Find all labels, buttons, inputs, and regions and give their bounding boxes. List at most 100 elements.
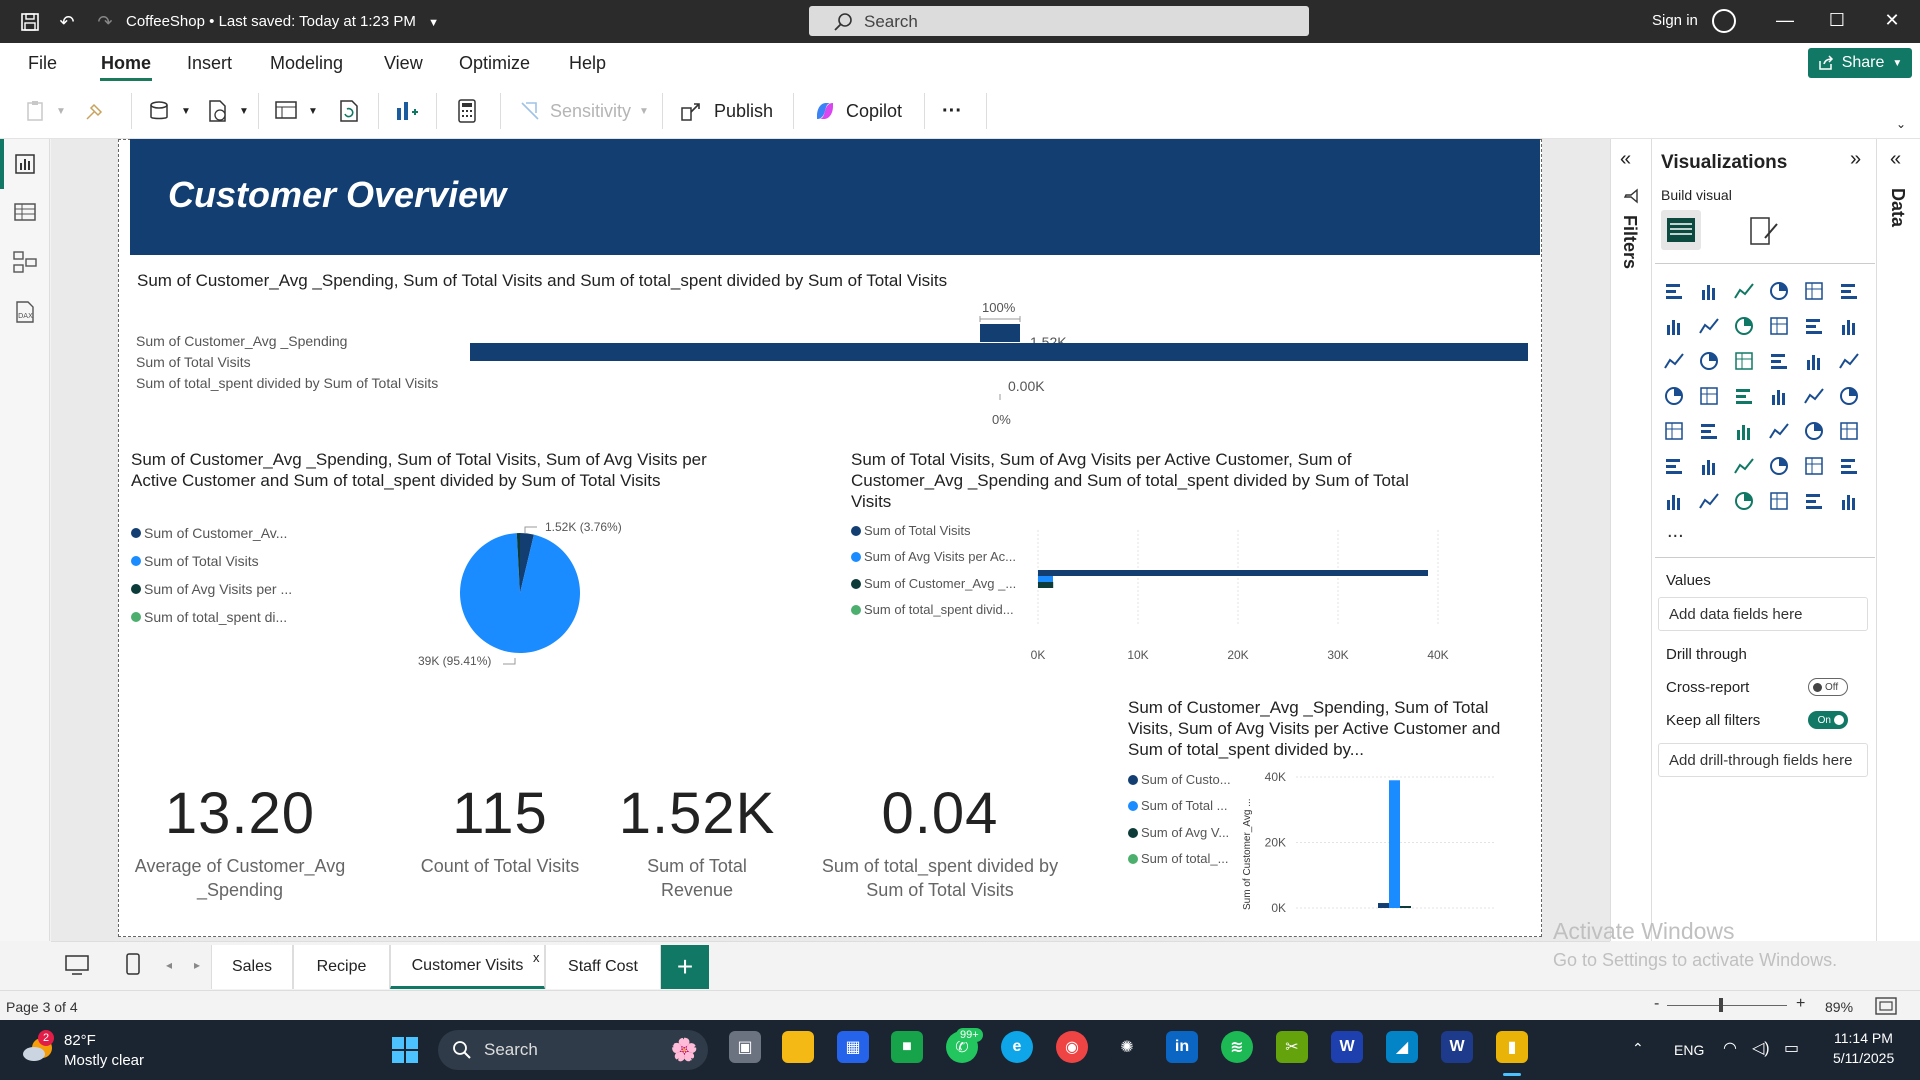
- search-input[interactable]: Search: [809, 6, 1309, 36]
- meet-icon[interactable]: ■: [891, 1031, 923, 1063]
- sensitivity-button[interactable]: Sensitivity ▼: [518, 96, 649, 126]
- visual-type-icon[interactable]: [1663, 315, 1685, 337]
- filters-pane-label[interactable]: Filters: [1619, 215, 1640, 269]
- zoom-level[interactable]: 89%: [1825, 999, 1853, 1015]
- visual2-chart[interactable]: [410, 510, 630, 670]
- wifi-icon[interactable]: ◠: [1723, 1038, 1737, 1058]
- visual-type-icon[interactable]: [1838, 490, 1860, 512]
- get-data-button[interactable]: ▼: [147, 96, 191, 126]
- data-pane-label[interactable]: Data: [1887, 188, 1908, 227]
- visual-type-icon[interactable]: [1663, 350, 1685, 372]
- volume-icon[interactable]: ◁): [1752, 1038, 1770, 1058]
- visual4-legend-item[interactable]: Sum of Total ...: [1128, 798, 1227, 813]
- visual-type-icon[interactable]: [1698, 385, 1720, 407]
- visual-type-icon[interactable]: [1698, 420, 1720, 442]
- visual-type-icon[interactable]: [1663, 490, 1685, 512]
- copilot-button[interactable]: Copilot: [812, 96, 902, 126]
- report-view-icon[interactable]: [12, 151, 38, 177]
- visual3-legend-item[interactable]: Sum of Total Visits: [851, 523, 970, 538]
- visual-type-icon[interactable]: [1768, 280, 1790, 302]
- visual-type-icon[interactable]: [1838, 280, 1860, 302]
- visual-type-icon[interactable]: [1733, 385, 1755, 407]
- weather-widget[interactable]: 2 82°F Mostly clear: [22, 1030, 162, 1074]
- visual-type-icon[interactable]: [1733, 315, 1755, 337]
- taskbar-search[interactable]: Search 🌸: [438, 1030, 708, 1070]
- desktop-layout-icon[interactable]: [64, 954, 90, 976]
- zoom-slider-handle[interactable]: [1719, 998, 1723, 1012]
- linkedin-icon[interactable]: in: [1166, 1031, 1198, 1063]
- dax-query-view-icon[interactable]: DAX: [12, 299, 38, 325]
- visual-type-icon[interactable]: [1733, 490, 1755, 512]
- visual-type-icon[interactable]: [1733, 350, 1755, 372]
- visual-type-icon[interactable]: [1663, 385, 1685, 407]
- visual-type-icon[interactable]: [1663, 420, 1685, 442]
- visual-type-icon[interactable]: [1698, 455, 1720, 477]
- visual-type-icon[interactable]: [1838, 420, 1860, 442]
- recent-sources-button[interactable]: ▼: [205, 96, 249, 126]
- visual-type-icon[interactable]: [1768, 350, 1790, 372]
- visual-type-icon[interactable]: [1768, 490, 1790, 512]
- visual-type-icon[interactable]: [1733, 455, 1755, 477]
- refresh-button[interactable]: [336, 96, 362, 126]
- visual3-legend-item[interactable]: Sum of Avg Visits per Ac...: [851, 549, 1016, 564]
- visual4-legend-item[interactable]: Sum of Custo...: [1128, 772, 1231, 787]
- file-explorer-icon[interactable]: [782, 1031, 814, 1063]
- task-view-icon[interactable]: ▣: [729, 1031, 761, 1063]
- fit-to-page-icon[interactable]: [1875, 997, 1897, 1015]
- language-indicator[interactable]: ENG: [1674, 1042, 1704, 1058]
- clock-date[interactable]: 5/11/2025: [1833, 1050, 1894, 1066]
- visual-type-icon[interactable]: [1838, 385, 1860, 407]
- menu-home[interactable]: Home: [101, 53, 151, 74]
- visual1-chart[interactable]: [470, 300, 1540, 430]
- format-visual-tab[interactable]: [1745, 210, 1785, 250]
- chatgpt-icon[interactable]: ✺: [1111, 1031, 1143, 1063]
- spotify-icon[interactable]: ≋: [1221, 1031, 1253, 1063]
- sign-in-link[interactable]: Sign in: [1652, 12, 1698, 29]
- new-measure-button[interactable]: [456, 96, 478, 126]
- zoom-slider-track[interactable]: [1667, 1005, 1787, 1006]
- visual3-legend-item[interactable]: Sum of Customer_Avg _...: [851, 576, 1016, 591]
- microsoft-store-icon[interactable]: ▦: [837, 1031, 869, 1063]
- more-visuals-button[interactable]: ...: [1667, 520, 1684, 543]
- zoom-in-button[interactable]: +: [1796, 995, 1805, 1013]
- undo-icon[interactable]: ↶: [56, 11, 78, 33]
- format-painter-button[interactable]: [84, 96, 106, 126]
- collapse-filters-icon[interactable]: «: [1620, 148, 1631, 171]
- visual-type-icon[interactable]: [1698, 280, 1720, 302]
- add-page-button[interactable]: +: [661, 945, 709, 989]
- menu-help[interactable]: Help: [569, 53, 606, 74]
- keep-all-filters-toggle[interactable]: On: [1808, 711, 1848, 729]
- battery-icon[interactable]: ▭: [1784, 1038, 1799, 1058]
- mobile-layout-icon[interactable]: [125, 952, 141, 976]
- chrome-icon[interactable]: ◉: [1056, 1031, 1088, 1063]
- visual4-legend-item[interactable]: Sum of total_...: [1128, 851, 1228, 866]
- visual-type-icon[interactable]: [1803, 420, 1825, 442]
- visual-type-icon[interactable]: [1838, 315, 1860, 337]
- visual-type-icon[interactable]: [1768, 455, 1790, 477]
- table-view-icon[interactable]: [12, 199, 38, 225]
- publish-button[interactable]: Publish: [680, 96, 773, 126]
- visual-type-icon[interactable]: [1803, 455, 1825, 477]
- visual-type-icon[interactable]: [1803, 350, 1825, 372]
- visual2-legend-item[interactable]: Sum of Customer_Av...: [131, 525, 287, 541]
- start-icon[interactable]: [390, 1035, 420, 1065]
- close-tab-icon[interactable]: x: [533, 950, 540, 965]
- visual3-legend-item[interactable]: Sum of total_spent divid...: [851, 602, 1014, 617]
- visual-type-icon[interactable]: [1838, 455, 1860, 477]
- redo-icon[interactable]: ↷: [94, 11, 116, 33]
- visual-type-icon[interactable]: [1733, 280, 1755, 302]
- visual3-chart[interactable]: 0K 10K 20K 30K 40K: [1010, 525, 1460, 665]
- expand-data-pane-icon[interactable]: «: [1890, 148, 1901, 171]
- visual-type-icon[interactable]: [1663, 455, 1685, 477]
- visual4-legend-item[interactable]: Sum of Avg V...: [1128, 825, 1229, 840]
- visual-type-icon[interactable]: [1768, 420, 1790, 442]
- cross-report-toggle[interactable]: Off: [1808, 678, 1848, 696]
- visual-type-icon[interactable]: [1663, 280, 1685, 302]
- word-icon[interactable]: W: [1331, 1031, 1363, 1063]
- page-tab-recipe[interactable]: Recipe: [293, 945, 390, 989]
- visual2-legend-item[interactable]: Sum of Total Visits: [131, 553, 259, 569]
- close-icon[interactable]: ✕: [1877, 10, 1907, 34]
- document-title[interactable]: CoffeeShop • Last saved: Today at 1:23 P…: [126, 13, 439, 30]
- maximize-icon[interactable]: ☐: [1822, 10, 1852, 34]
- visual-type-icon[interactable]: [1733, 420, 1755, 442]
